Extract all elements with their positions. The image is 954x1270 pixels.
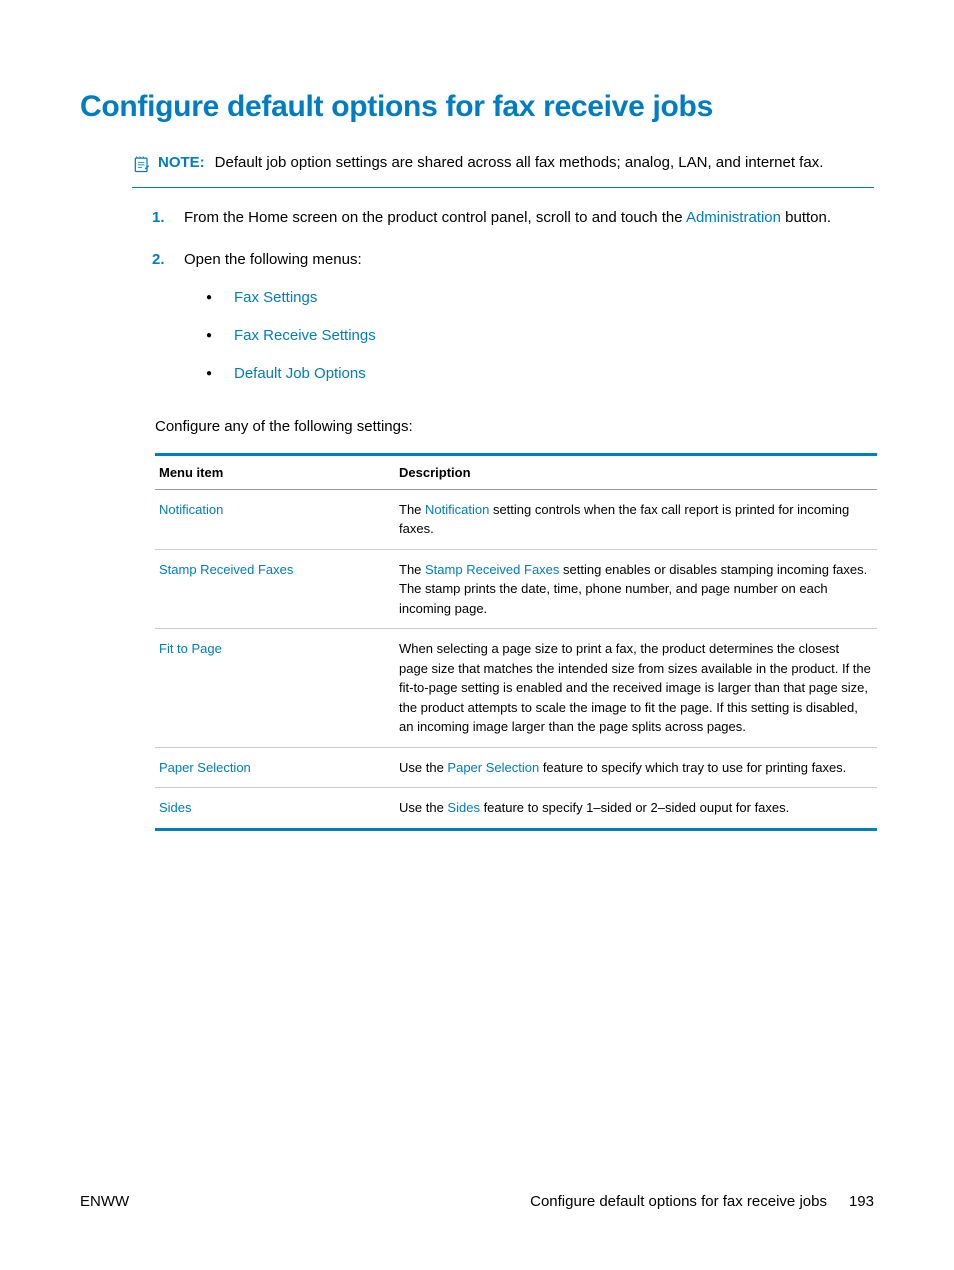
table-header-description: Description bbox=[395, 454, 877, 489]
table-row: Paper Selection Use the Paper Selection … bbox=[155, 747, 877, 788]
fax-receive-settings-link: Fax Receive Settings bbox=[234, 324, 376, 348]
administration-link: Administration bbox=[686, 209, 781, 226]
notification-link: Notification bbox=[425, 502, 489, 517]
list-item: ● Default Job Options bbox=[206, 362, 874, 386]
menu-notification: Notification bbox=[159, 502, 223, 517]
bullet-icon: ● bbox=[206, 362, 234, 386]
step-item: 1. From the Home screen on the product c… bbox=[152, 206, 874, 230]
footer-section-title: Configure default options for fax receiv… bbox=[530, 1193, 827, 1210]
step-content: Open the following menus: ● Fax Settings… bbox=[184, 248, 874, 400]
desc-text: Use the bbox=[399, 760, 447, 775]
sides-link: Sides bbox=[447, 800, 480, 815]
table-header-menu: Menu item bbox=[155, 454, 395, 489]
desc-text: Use the bbox=[399, 800, 447, 815]
table-cell: Use the Paper Selection feature to speci… bbox=[395, 747, 877, 788]
note-label: NOTE: bbox=[158, 154, 205, 171]
table-cell: The Stamp Received Faxes setting enables… bbox=[395, 549, 877, 629]
menu-fit: Fit to Page bbox=[159, 641, 222, 656]
note-text: Default job option settings are shared a… bbox=[215, 154, 824, 171]
table-row: Sides Use the Sides feature to specify 1… bbox=[155, 788, 877, 830]
step-text: From the Home screen on the product cont… bbox=[184, 209, 686, 226]
paper-link: Paper Selection bbox=[447, 760, 539, 775]
step-text: button. bbox=[781, 209, 831, 226]
step-content: From the Home screen on the product cont… bbox=[184, 206, 874, 230]
step-text: Open the following menus: bbox=[184, 251, 362, 268]
table-cell: When selecting a page size to print a fa… bbox=[395, 629, 877, 748]
submenu-list: ● Fax Settings ● Fax Receive Settings ● … bbox=[206, 286, 874, 386]
page-footer: ENWW Configure default options for fax r… bbox=[80, 1193, 874, 1210]
menu-paper: Paper Selection bbox=[159, 760, 251, 775]
desc-text: The bbox=[399, 562, 425, 577]
note-callout: NOTE: Default job option settings are sha… bbox=[132, 152, 874, 188]
settings-intro: Configure any of the following settings: bbox=[155, 418, 874, 435]
default-job-options-link: Default Job Options bbox=[234, 362, 366, 386]
footer-left: ENWW bbox=[80, 1193, 129, 1210]
table-row: Notification The Notification setting co… bbox=[155, 489, 877, 549]
desc-text: feature to specify which tray to use for… bbox=[539, 760, 846, 775]
table-row: Stamp Received Faxes The Stamp Received … bbox=[155, 549, 877, 629]
desc-text: feature to specify 1–sided or 2–sided ou… bbox=[480, 800, 789, 815]
step-list: 1. From the Home screen on the product c… bbox=[152, 206, 874, 400]
page-number: 193 bbox=[849, 1193, 874, 1210]
menu-stamp: Stamp Received Faxes bbox=[159, 562, 293, 577]
note-icon bbox=[132, 154, 152, 174]
table-row: Fit to Page When selecting a page size t… bbox=[155, 629, 877, 748]
table-cell: Use the Sides feature to specify 1–sided… bbox=[395, 788, 877, 830]
bullet-icon: ● bbox=[206, 324, 234, 348]
step-item: 2. Open the following menus: ● Fax Setti… bbox=[152, 248, 874, 400]
list-item: ● Fax Settings bbox=[206, 286, 874, 310]
stamp-link: Stamp Received Faxes bbox=[425, 562, 559, 577]
table-cell: The Notification setting controls when t… bbox=[395, 489, 877, 549]
step-number: 1. bbox=[152, 206, 184, 230]
list-item: ● Fax Receive Settings bbox=[206, 324, 874, 348]
page-title: Configure default options for fax receiv… bbox=[80, 90, 874, 124]
step-number: 2. bbox=[152, 248, 184, 400]
desc-text: The bbox=[399, 502, 425, 517]
settings-table: Menu item Description Notification The N… bbox=[155, 453, 877, 831]
menu-sides: Sides bbox=[159, 800, 192, 815]
fax-settings-link: Fax Settings bbox=[234, 286, 317, 310]
bullet-icon: ● bbox=[206, 286, 234, 310]
